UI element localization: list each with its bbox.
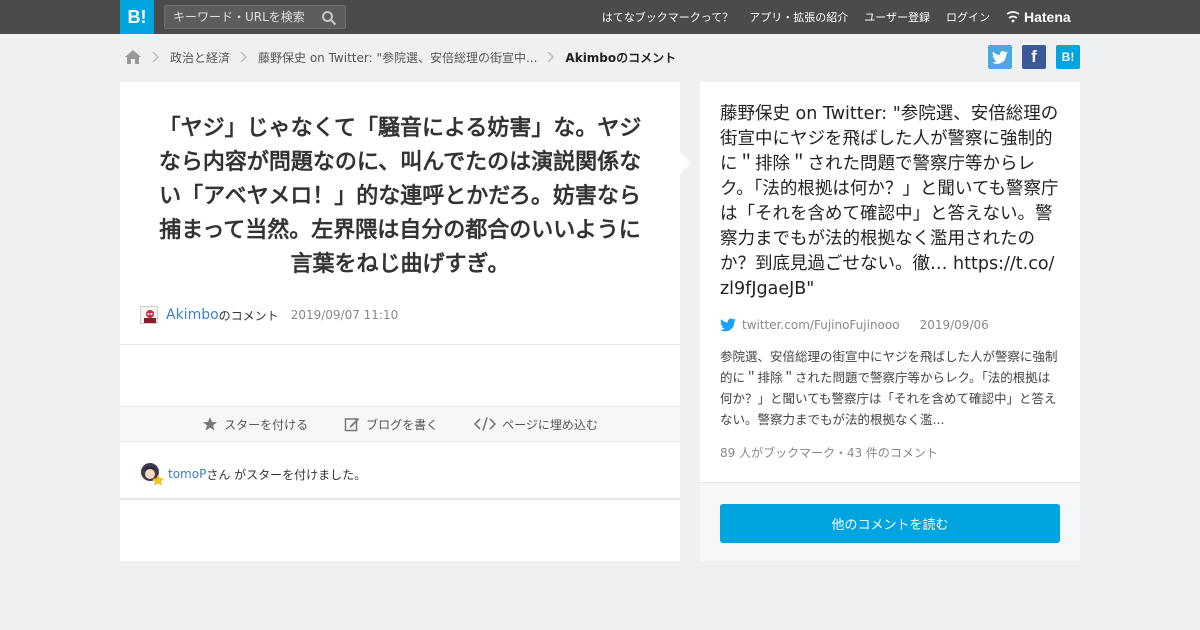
- comment-meta: Akimbo のコメント 2019/09/07 11:10: [140, 304, 398, 326]
- read-other-comments-button[interactable]: 他のコメントを読む: [720, 504, 1060, 543]
- entry-source[interactable]: twitter.com/FujinoFujinooo: [742, 318, 900, 332]
- breadcrumb-entry[interactable]: 藤野保史 on Twitter: "参院選、安倍総理の街宣中...: [258, 49, 537, 66]
- star-icon: [203, 417, 218, 431]
- entry-summary: 参院選、安倍総理の街宣中にヤジを飛ばした人が警察に強制的に＂排除＂された問題で警…: [720, 349, 1058, 427]
- user-avatar-icon: [141, 307, 157, 323]
- entry-card: 藤野保史 on Twitter: "参院選、安倍総理の街宣中にヤジを飛ばした人が…: [700, 82, 1080, 561]
- star-notice: tomoP さん がスターを付けました。: [140, 462, 366, 486]
- breadcrumb: 政治と経済 藤野保史 on Twitter: "参院選、安倍総理の街宣中... …: [124, 46, 676, 68]
- avatar[interactable]: [140, 306, 158, 324]
- add-star-label: スターを付ける: [224, 417, 309, 432]
- edit-icon: [344, 418, 360, 432]
- twitter-icon: [992, 50, 1008, 64]
- add-star-button[interactable]: スターを付ける: [202, 416, 308, 433]
- entry-title[interactable]: 藤野保史 on Twitter: "参院選、安倍総理の街宣中にヤジを飛ばした人が…: [720, 102, 1062, 302]
- twitter-icon: [720, 318, 736, 332]
- bookmark-counts[interactable]: 89 人がブックマーク・43 件のコメント: [720, 444, 938, 461]
- entry-date: 2019/09/06: [919, 318, 989, 332]
- comment-author[interactable]: Akimbo: [166, 307, 219, 323]
- comment-card: 「ヤジ」じゃなくて「騒音による妨害」な。ヤジなら内容が問題なのに、叫んでたのは演…: [120, 82, 680, 561]
- top-bar: B! はてなブックマークって？ アプリ・拡張の紹介 ユーザー登録 ログイン Ha…: [0, 0, 1200, 34]
- hatena-brand[interactable]: Hatena: [1006, 8, 1071, 26]
- chevron-right-icon: [240, 52, 248, 62]
- comment-text: 「ヤジ」じゃなくて「騒音による妨害」な。ヤジなら内容が問題なのに、叫んでたのは演…: [158, 116, 642, 277]
- entry-source-row: twitter.com/FujinoFujinooo 2019/09/06: [720, 316, 989, 334]
- facebook-share-button[interactable]: f: [1022, 45, 1046, 69]
- hatena-mark-icon: [1006, 11, 1020, 23]
- hatena-bookmark-share-button[interactable]: B!: [1056, 45, 1080, 69]
- chevron-right-icon: [547, 52, 555, 62]
- embed-label: ページに埋め込む: [502, 417, 598, 432]
- star-user[interactable]: tomoP: [168, 467, 206, 481]
- top-nav: はてなブックマークって？ アプリ・拡張の紹介 ユーザー登録 ログイン: [602, 0, 990, 34]
- search-icon[interactable]: [321, 10, 337, 26]
- breadcrumb-category[interactable]: 政治と経済: [170, 49, 230, 66]
- hatena-bookmark-logo[interactable]: B!: [120, 0, 154, 34]
- divider: [120, 498, 680, 500]
- code-icon: [474, 417, 497, 431]
- comment-date[interactable]: 2019/09/07 11:10: [291, 308, 399, 322]
- avatar[interactable]: [140, 462, 165, 486]
- embed-button[interactable]: ページに埋め込む: [474, 416, 598, 433]
- write-blog-button[interactable]: ブログを書く: [344, 416, 438, 433]
- home-icon[interactable]: [124, 49, 142, 65]
- twitter-share-button[interactable]: [988, 45, 1012, 69]
- search-box[interactable]: [164, 5, 346, 29]
- nav-login[interactable]: ログイン: [946, 9, 990, 25]
- nav-register[interactable]: ユーザー登録: [864, 9, 930, 25]
- share-buttons: f B!: [988, 45, 1080, 69]
- comment-action-bar: スターを付ける ブログを書く ページに埋め込む: [120, 406, 680, 442]
- divider: [120, 344, 680, 345]
- nav-apps[interactable]: アプリ・拡張の紹介: [749, 9, 848, 25]
- write-blog-label: ブログを書く: [366, 417, 439, 432]
- user-avatar-icon: [141, 463, 165, 486]
- star-notice-text: さん がスターを付けました。: [206, 467, 367, 482]
- hatena-brand-text: Hatena: [1024, 9, 1071, 25]
- entry-card-footer: 他のコメントを読む: [700, 482, 1080, 561]
- comment-author-suffix: のコメント: [218, 308, 279, 323]
- search-input[interactable]: [165, 6, 315, 28]
- card-pointer: [679, 151, 691, 175]
- nav-about[interactable]: はてなブックマークって？: [602, 9, 733, 25]
- breadcrumb-current: Akimboのコメント: [565, 50, 677, 65]
- chevron-right-icon: [152, 52, 160, 62]
